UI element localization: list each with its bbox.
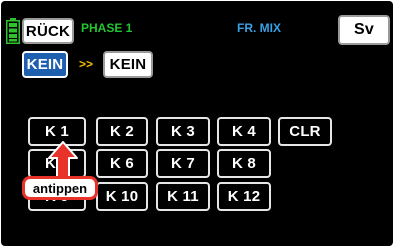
battery-icon	[6, 18, 20, 44]
tap-hint-callout: antippen	[22, 176, 98, 200]
key-k12[interactable]: K 12	[217, 182, 271, 211]
tap-hint-text: antippen	[32, 180, 88, 196]
key-k11[interactable]: K 11	[156, 182, 210, 211]
key-k4[interactable]: K 4	[217, 117, 271, 146]
up-arrow-icon	[48, 141, 78, 179]
key-k10[interactable]: K 10	[96, 182, 148, 211]
clear-button[interactable]: CLR	[278, 117, 332, 146]
mix-target-button[interactable]: KEIN	[103, 51, 153, 78]
back-button[interactable]: RÜCK	[22, 18, 74, 44]
key-k2[interactable]: K 2	[96, 117, 148, 146]
key-k7[interactable]: K 7	[156, 149, 210, 178]
mixer-title: FR. MIX	[237, 21, 281, 35]
transmitter-screen: RÜCK PHASE 1 FR. MIX Sv KEIN >> KEIN K 1…	[1, 1, 393, 246]
key-k3[interactable]: K 3	[156, 117, 210, 146]
mix-direction-arrow: >>	[79, 57, 94, 71]
key-k8[interactable]: K 8	[217, 149, 271, 178]
phase-label: PHASE 1	[81, 21, 133, 35]
key-k6[interactable]: K 6	[96, 149, 148, 178]
mix-source-button[interactable]: KEIN	[22, 51, 68, 78]
save-button[interactable]: Sv	[338, 15, 390, 45]
